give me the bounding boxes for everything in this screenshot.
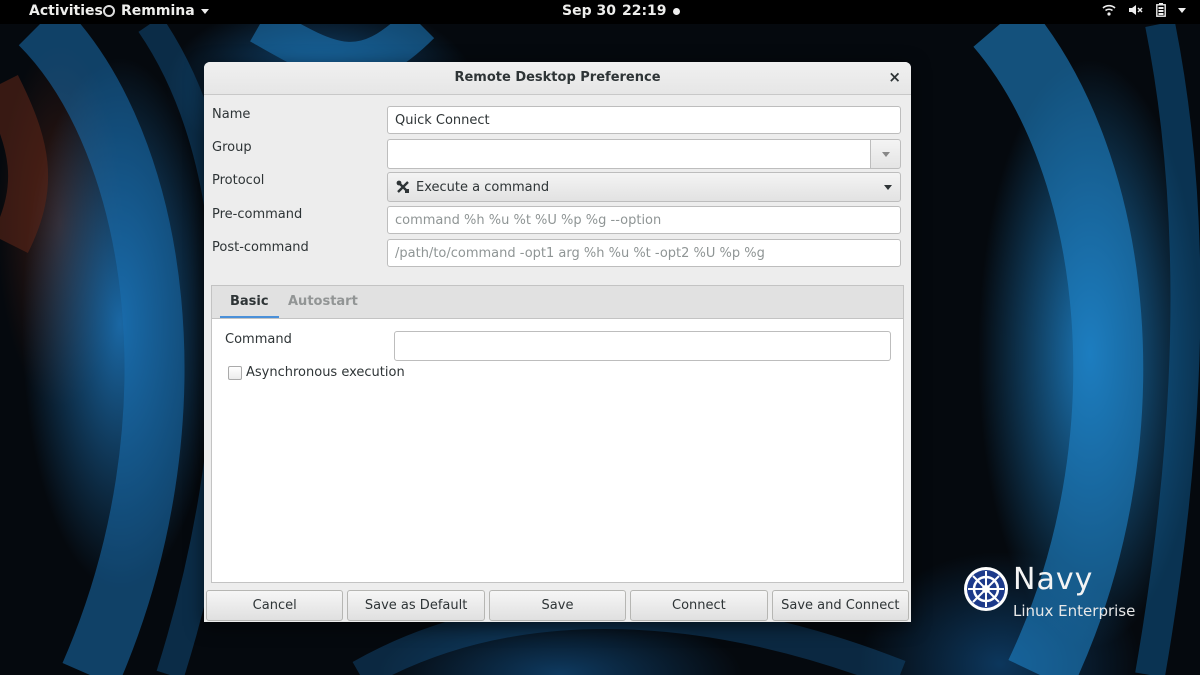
group-entry[interactable] [387,139,870,169]
command-label: Command [225,332,292,347]
group-dropdown-button[interactable] [870,139,901,169]
tab-autostart[interactable]: Autostart [278,286,368,318]
cancel-button[interactable]: Cancel [206,590,344,621]
clock-time: 22:19 [621,3,667,19]
system-tray[interactable] [1102,3,1186,17]
async-checkbox[interactable] [228,365,242,380]
tools-icon [396,180,409,193]
protocol-value: Execute a command [416,179,550,195]
ship-wheel-icon [964,567,1008,611]
volume-muted-icon [1129,5,1143,15]
battery-icon [1156,3,1166,17]
name-value: Quick Connect [395,113,490,128]
button-row: Cancel Save as Default Save Connect Save… [206,590,910,621]
chevron-down-icon [200,8,209,14]
save-button[interactable]: Save [488,590,627,621]
async-option[interactable]: Asynchronous execution [228,365,405,380]
close-icon[interactable]: × [888,68,901,86]
navy-logo: Navy Linux Enterprise [963,562,1153,626]
chevron-down-icon [884,184,892,190]
name-label: Name [212,107,251,122]
dialog-title: Remote Desktop Preference [454,70,661,85]
postcommand-label: Post-command [212,240,309,255]
clock[interactable]: Sep 30 22:19 [562,3,680,19]
connect-button[interactable]: Connect [630,590,768,621]
app-menu-label: Remmina [121,3,195,19]
clock-date: Sep 30 [562,3,616,19]
notification-dot-icon [672,7,680,15]
brand-subtitle: Linux Enterprise [1013,602,1136,620]
command-field[interactable] [394,331,891,361]
precommand-label: Pre-command [212,207,303,222]
wifi-icon [1102,4,1116,16]
postcommand-input[interactable] [395,246,893,261]
name-field[interactable]: Quick Connect [387,106,901,134]
preference-dialog: Remote Desktop Preference × Name Quick C… [204,62,911,622]
tab-bar: Basic Autostart [212,286,903,319]
app-menu[interactable]: Remmina [103,3,209,19]
top-bar: Activities Remmina Sep 30 22:19 [0,0,1200,24]
protocol-select[interactable]: Execute a command [387,172,901,202]
save-as-default-button[interactable]: Save as Default [347,590,485,621]
precommand-input[interactable] [395,213,893,228]
precommand-field[interactable] [387,206,901,234]
settings-notebook: Basic Autostart Command Asynchronous exe… [211,285,904,583]
tab-basic[interactable]: Basic [220,286,279,318]
save-and-connect-button[interactable]: Save and Connect [771,590,910,621]
brand-name: Navy [1013,562,1094,597]
remmina-icon [103,5,115,17]
chevron-down-icon [881,151,890,157]
async-label: Asynchronous execution [246,365,405,380]
activities-button[interactable]: Activities [29,3,103,19]
group-combo[interactable] [387,139,901,169]
group-label: Group [212,140,252,155]
protocol-label: Protocol [212,173,265,188]
postcommand-field[interactable] [387,239,901,267]
system-menu-caret-icon [1178,7,1186,13]
dialog-titlebar[interactable]: Remote Desktop Preference × [204,62,911,95]
